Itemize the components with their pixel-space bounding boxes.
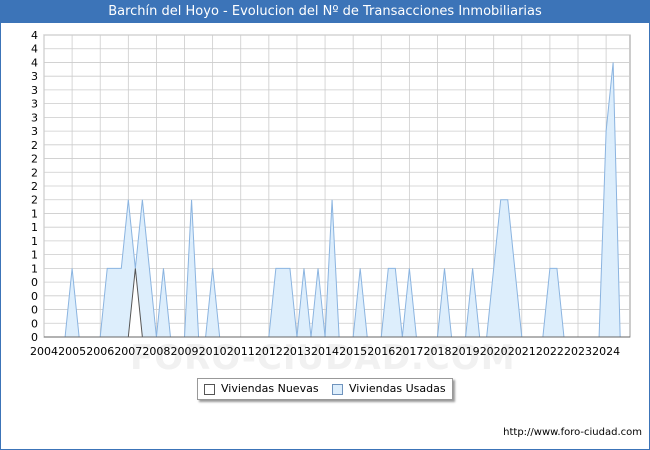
x-tick-label: 2006 [86,345,114,358]
y-tick-label: 4 [31,29,38,42]
y-tick-label: 0 [31,304,38,317]
x-tick-label: 2024 [592,345,620,358]
footer-url: http://www.foro-ciudad.com [503,427,642,438]
x-tick-label: 2007 [114,345,142,358]
x-tick-label: 2005 [58,345,86,358]
x-tick-label: 2023 [564,345,592,358]
x-tick-label: 2021 [508,345,536,358]
y-tick-label: 1 [31,262,38,275]
y-tick-label: 1 [31,249,38,262]
y-tick-label: 2 [31,139,38,152]
y-tick-label: 0 [31,276,38,289]
y-tick-label: 3 [31,111,38,124]
x-tick-label: 2022 [536,345,564,358]
legend-label-usadas: Viviendas Usadas [349,382,446,395]
y-tick-label: 3 [31,125,38,138]
x-tick-label: 2015 [339,345,367,358]
x-tick-label: 2020 [480,345,508,358]
y-tick-label: 4 [31,56,38,69]
x-tick-label: 2018 [423,345,451,358]
legend-swatch-nuevas [204,384,215,395]
y-tick-label: 1 [31,221,38,234]
y-tick-label: 1 [31,207,38,220]
x-tick-label: 2010 [199,345,227,358]
legend: Viviendas Nuevas Viviendas Usadas [197,378,453,400]
x-tick-label: 2017 [395,345,423,358]
y-tick-label: 4 [31,43,38,56]
x-tick-label: 2014 [311,345,339,358]
y-tick-label: 3 [31,98,38,111]
legend-label-nuevas: Viviendas Nuevas [221,382,319,395]
y-tick-label: 1 [31,235,38,248]
y-tick-label: 2 [31,166,38,179]
y-tick-label: 0 [31,317,38,330]
x-tick-label: 2004 [30,345,58,358]
x-tick-label: 2019 [452,345,480,358]
x-tick-label: 2009 [171,345,199,358]
y-tick-label: 2 [31,194,38,207]
x-tick-label: 2016 [367,345,395,358]
y-tick-label: 3 [31,70,38,83]
y-tick-label: 0 [31,331,38,344]
x-tick-label: 2008 [142,345,170,358]
x-tick-label: 2011 [227,345,255,358]
y-tick-label: 2 [31,153,38,166]
x-tick-label: 2012 [255,345,283,358]
x-tick-label: 2013 [283,345,311,358]
y-tick-label: 0 [31,290,38,303]
legend-swatch-usadas [332,384,343,395]
y-tick-label: 2 [31,180,38,193]
y-tick-label: 3 [31,84,38,97]
